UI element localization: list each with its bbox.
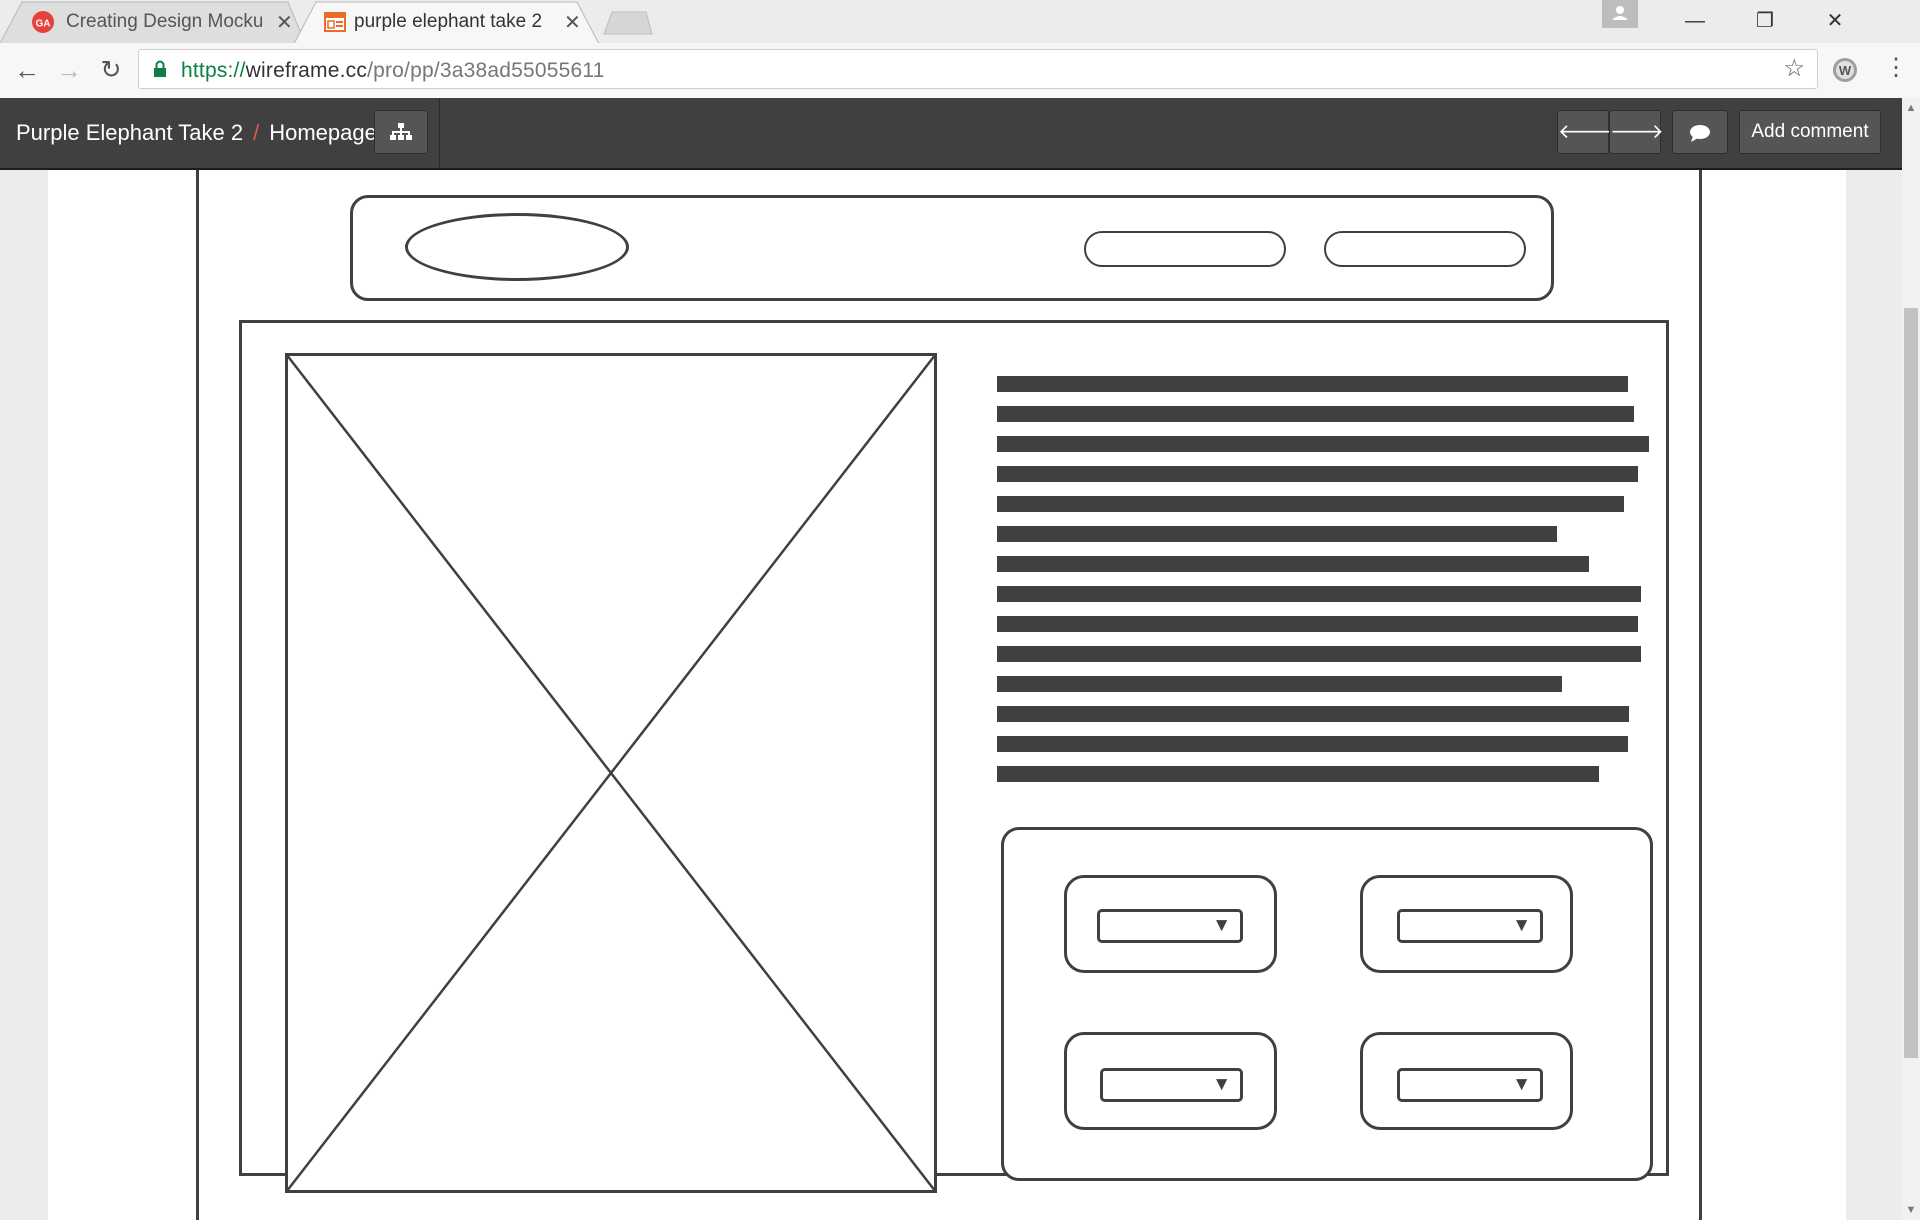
wf-text-line	[997, 736, 1628, 752]
sitemap-button[interactable]	[374, 110, 428, 154]
menu-dots-icon[interactable]: ⋮	[1884, 53, 1908, 83]
ga-logo-icon: GA	[32, 11, 54, 33]
address-bar[interactable]: https://wireframe.cc/pro/pp/3a38ad550556…	[138, 49, 1818, 89]
lock-icon	[154, 60, 166, 77]
canvas-viewport: ▼ ▼ ▼ ▼	[0, 170, 1902, 1220]
add-comment-button[interactable]: Add comment	[1739, 110, 1881, 154]
dropdown-arrow-icon: ▼	[1212, 915, 1231, 936]
next-page-button[interactable]: 🡒	[1609, 110, 1664, 154]
url-path: /pro/pp/3a38ad55055611	[367, 59, 605, 82]
scroll-up-icon[interactable]: ▲	[1902, 102, 1920, 114]
wf-text-line	[997, 376, 1628, 392]
wf-text-line	[997, 496, 1624, 512]
wf-image-placeholder[interactable]	[285, 353, 937, 1193]
wf-logo-ellipse[interactable]	[405, 213, 629, 281]
dropdown-arrow-icon: ▼	[1512, 915, 1531, 936]
wf-dropdown-group[interactable]: ▼	[1064, 875, 1277, 973]
wf-dropdown[interactable]: ▼	[1097, 909, 1243, 943]
svg-text:GA: GA	[36, 19, 51, 30]
wf-text-line	[997, 676, 1562, 692]
wf-nav-button[interactable]	[1324, 231, 1526, 267]
prev-page-button[interactable]: 🡐	[1557, 110, 1612, 154]
bookmark-star-icon[interactable]: ☆	[1783, 54, 1805, 83]
window-close-icon[interactable]: ✕	[1805, 0, 1865, 43]
restore-icon[interactable]: ❐	[1735, 0, 1795, 43]
scroll-down-icon[interactable]: ▼	[1902, 1204, 1920, 1216]
wf-dropdown-group[interactable]: ▼	[1360, 875, 1573, 973]
new-tab-button[interactable]	[602, 10, 654, 36]
divider	[439, 98, 440, 168]
wf-header-box[interactable]	[350, 195, 1554, 301]
page-frame-right	[1699, 170, 1702, 1220]
tab-title: Creating Design Mockup	[66, 11, 262, 32]
minimize-icon[interactable]: —	[1665, 0, 1725, 43]
wf-dropdown[interactable]: ▼	[1397, 909, 1543, 943]
wf-content-box[interactable]: ▼ ▼ ▼ ▼	[239, 320, 1669, 1193]
breadcrumb-page[interactable]: Homepage	[269, 120, 377, 145]
wf-text-line	[997, 766, 1599, 782]
wf-text-line	[997, 586, 1641, 602]
sitemap-icon	[390, 123, 412, 140]
close-icon[interactable]: ✕	[276, 10, 293, 35]
wf-dropdown[interactable]: ▼	[1397, 1068, 1543, 1102]
wireframe-favicon-icon	[324, 12, 346, 32]
wf-text-line	[997, 706, 1629, 722]
svg-text:W: W	[1839, 63, 1852, 78]
browser-toolbar: ← → ↻ https://wireframe.cc/pro/pp/3a38ad…	[0, 43, 1920, 99]
page-frame-left	[196, 170, 199, 1220]
vertical-scrollbar[interactable]: ▲ ▼	[1902, 98, 1920, 1220]
breadcrumb: Purple Elephant Take 2 / Homepage	[16, 120, 377, 146]
dropdown-arrow-icon: ▼	[1512, 1074, 1531, 1095]
url-text: https://wireframe.cc/pro/pp/3a38ad550556…	[181, 59, 605, 83]
wf-dropdown-group[interactable]: ▼	[1360, 1032, 1573, 1130]
wf-text-line	[997, 616, 1638, 632]
app-header: Purple Elephant Take 2 / Homepage 🡐 🡒 Add …	[0, 98, 1902, 170]
arrow-left-icon: 🡐	[1558, 121, 1612, 143]
forward-icon[interactable]: →	[52, 53, 86, 87]
back-icon[interactable]: ←	[10, 53, 44, 87]
wf-form-box[interactable]: ▼ ▼ ▼ ▼	[1001, 827, 1653, 1181]
wf-text-line	[997, 406, 1634, 422]
tab-purple-elephant[interactable]: purple elephant take 2 - ✕	[294, 0, 599, 43]
wf-text-line	[997, 646, 1641, 662]
wf-text-line	[997, 436, 1649, 452]
close-icon[interactable]: ✕	[564, 10, 581, 35]
comments-button[interactable]	[1672, 110, 1728, 154]
url-scheme: https://	[181, 59, 246, 82]
arrow-right-icon: 🡒	[1610, 121, 1664, 143]
tab-strip: GA Creating Design Mockup ✕ purple eleph…	[0, 0, 1920, 43]
reload-icon[interactable]: ↻	[94, 53, 128, 87]
window-controls: — ❐ ✕	[1602, 0, 1920, 43]
wf-text-line	[997, 556, 1589, 572]
dropdown-arrow-icon: ▼	[1212, 1074, 1231, 1095]
image-placeholder-icon	[285, 353, 937, 1193]
profile-icon[interactable]	[1602, 0, 1638, 28]
scrollbar-thumb[interactable]	[1904, 308, 1918, 1058]
wf-text-line	[997, 526, 1557, 542]
breadcrumb-project[interactable]: Purple Elephant Take 2	[16, 120, 243, 145]
wf-dropdown-group[interactable]: ▼	[1064, 1032, 1277, 1130]
wf-nav-button[interactable]	[1084, 231, 1286, 267]
tab-title: purple elephant take 2 -	[354, 11, 546, 32]
wf-text-line	[997, 466, 1638, 482]
speech-bubble-icon	[1690, 125, 1710, 142]
wf-dropdown[interactable]: ▼	[1100, 1068, 1243, 1102]
tab-creating-design-mockup[interactable]: GA Creating Design Mockup ✕	[0, 0, 305, 43]
breadcrumb-separator: /	[253, 120, 260, 145]
url-host: wireframe.cc	[245, 59, 368, 82]
extension-icon[interactable]: W	[1832, 57, 1858, 83]
